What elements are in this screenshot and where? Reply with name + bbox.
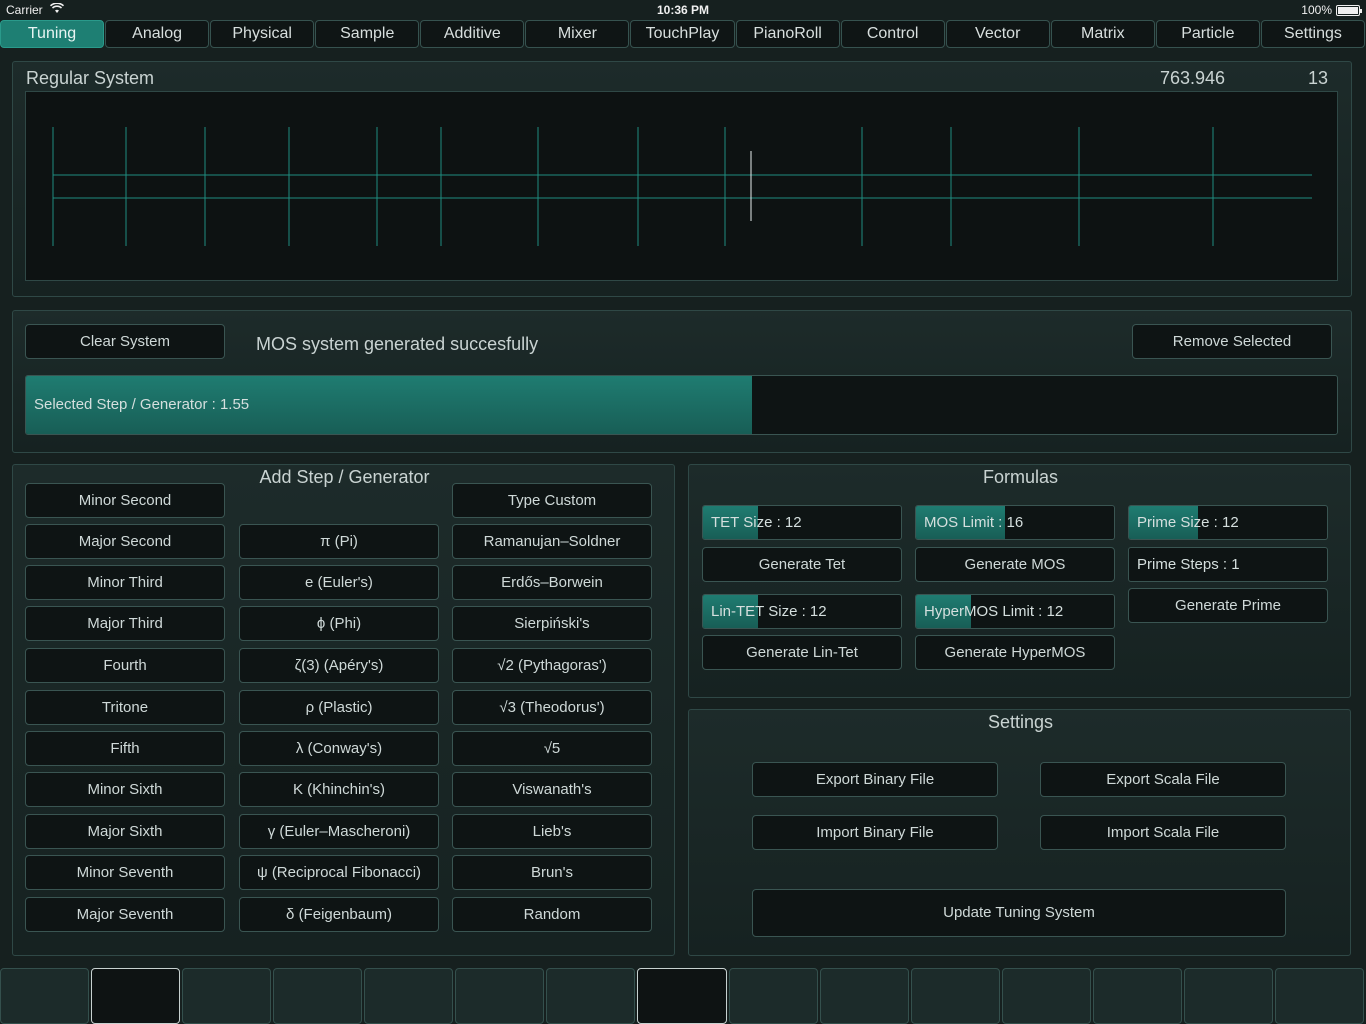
tab-physical[interactable]: Physical (210, 20, 315, 48)
keyboard-key[interactable] (91, 968, 181, 1024)
constant-button[interactable]: δ (Feigenbaum) (239, 897, 439, 932)
generate-lin-tet-button[interactable]: Generate Lin-Tet (702, 635, 902, 670)
regular-system-title: Regular System (26, 68, 155, 88)
keyboard-key[interactable] (1092, 968, 1182, 1024)
tab-touchplay[interactable]: TouchPlay (630, 20, 735, 48)
constant-button[interactable]: e (Euler's) (239, 565, 439, 600)
lin-tet-size-label: Lin-TET Size : 12 (711, 603, 827, 620)
tab-bar: Tuning Analog Physical Sample Additive Mixer T… (0, 20, 1366, 48)
prime-size-slider[interactable]: Prime Size : 12 (1128, 505, 1328, 540)
status-bar: Carrier 10:36 PM 100% (0, 0, 1366, 20)
keyboard-key[interactable] (546, 968, 636, 1024)
constant-button[interactable]: √5 (452, 731, 652, 766)
constant-button[interactable]: √2 (Pythagoras') (452, 648, 652, 683)
interval-button[interactable]: Major Sixth (25, 814, 225, 849)
tuning-graph[interactable] (25, 91, 1338, 281)
tet-size-label: TET Size : 12 (711, 514, 802, 531)
prime-steps-slider[interactable]: Prime Steps : 1 (1128, 547, 1328, 582)
tab-tuning[interactable]: Tuning (0, 20, 105, 48)
interval-button[interactable]: Major Third (25, 606, 225, 641)
constant-button[interactable]: Random (452, 897, 652, 932)
constant-button[interactable]: Viswanath's (452, 772, 652, 807)
hypermos-limit-slider[interactable]: HyperMOS Limit : 12 (915, 594, 1115, 629)
generate-tet-button[interactable]: Generate Tet (702, 547, 902, 582)
interval-button[interactable]: Minor Sixth (25, 772, 225, 807)
battery-icon (1336, 5, 1362, 16)
generate-hypermos-button[interactable]: Generate HyperMOS (915, 635, 1115, 670)
constant-button[interactable]: π (Pi) (239, 524, 439, 559)
keyboard-key[interactable] (728, 968, 818, 1024)
prime-size-label: Prime Size : 12 (1137, 514, 1239, 531)
mos-limit-label: MOS Limit : 16 (924, 514, 1024, 531)
update-tuning-button[interactable]: Update Tuning System (752, 889, 1286, 937)
constant-button[interactable]: Type Custom (452, 483, 652, 518)
constant-button[interactable]: ζ(3) (Apéry's) (239, 648, 439, 683)
constant-button[interactable]: Sierpiński's (452, 606, 652, 641)
tab-matrix[interactable]: Matrix (1050, 20, 1155, 48)
constant-button[interactable]: ρ (Plastic) (239, 690, 439, 725)
selected-step-label: Selected Step / Generator : 1.55 (34, 396, 250, 413)
keyboard-key[interactable] (0, 968, 90, 1024)
keyboard-key[interactable] (1001, 968, 1091, 1024)
lin-tet-size-slider[interactable]: Lin-TET Size : 12 (702, 594, 902, 629)
export-binary-button[interactable]: Export Binary File (752, 762, 998, 797)
tet-size-slider[interactable]: TET Size : 12 (702, 505, 902, 540)
tuning-graph-svg (52, 127, 1312, 246)
constant-button[interactable]: λ (Conway's) (239, 731, 439, 766)
selected-step-slider[interactable]: Selected Step / Generator : 1.55 (25, 375, 1338, 435)
keyboard-key[interactable] (819, 968, 909, 1024)
tab-sample[interactable]: Sample (315, 20, 420, 48)
clock: 10:36 PM (656, 3, 710, 17)
remove-selected-button[interactable]: Remove Selected (1132, 324, 1332, 359)
constant-button[interactable]: Κ (Khinchin's) (239, 772, 439, 807)
tab-additive[interactable]: Additive (420, 20, 525, 48)
tab-control[interactable]: Control (840, 20, 945, 48)
interval-button[interactable]: Fourth (25, 648, 225, 683)
battery-percent: 100% (1301, 3, 1332, 17)
keyboard-key[interactable] (273, 968, 363, 1024)
keyboard-key[interactable] (364, 968, 454, 1024)
keyboard-key[interactable] (455, 968, 545, 1024)
tab-particle[interactable]: Particle (1155, 20, 1260, 48)
constant-button[interactable]: Erdős–Borwein (452, 565, 652, 600)
tab-mixer[interactable]: Mixer (525, 20, 630, 48)
settings-title: Settings (987, 712, 1054, 732)
keyboard-key[interactable] (182, 968, 272, 1024)
interval-button[interactable]: Minor Third (25, 565, 225, 600)
export-scala-button[interactable]: Export Scala File (1040, 762, 1286, 797)
constant-button[interactable]: √3 (Theodorus') (452, 690, 652, 725)
generate-prime-button[interactable]: Generate Prime (1128, 588, 1328, 623)
constant-button[interactable]: ϕ (Phi) (239, 606, 439, 641)
import-scala-button[interactable]: Import Scala File (1040, 815, 1286, 850)
generate-mos-button[interactable]: Generate MOS (915, 547, 1115, 582)
keyboard-key[interactable] (1274, 968, 1364, 1024)
import-binary-button[interactable]: Import Binary File (752, 815, 998, 850)
keyboard-key[interactable] (910, 968, 1000, 1024)
tab-settings[interactable]: Settings (1260, 20, 1365, 48)
interval-button[interactable]: Minor Second (25, 483, 225, 518)
tab-vector[interactable]: Vector (945, 20, 1050, 48)
keyboard-key[interactable] (1183, 968, 1273, 1024)
clear-system-button[interactable]: Clear System (25, 324, 225, 359)
regular-system-count: 13 (1308, 68, 1329, 88)
interval-button[interactable]: Fifth (25, 731, 225, 766)
keyboard-key[interactable] (637, 968, 727, 1024)
status-message: MOS system generated succesfully (256, 334, 539, 354)
regular-system-value: 763.946 (1160, 68, 1226, 88)
constant-button[interactable]: Brun's (452, 855, 652, 890)
interval-button[interactable]: Major Second (25, 524, 225, 559)
constant-button[interactable]: ψ (Reciprocal Fibonacci) (239, 855, 439, 890)
interval-button[interactable]: Major Seventh (25, 897, 225, 932)
hypermos-limit-label: HyperMOS Limit : 12 (924, 603, 1064, 620)
tab-analog[interactable]: Analog (105, 20, 210, 48)
mos-limit-slider[interactable]: MOS Limit : 16 (915, 505, 1115, 540)
interval-button[interactable]: Tritone (25, 690, 225, 725)
constant-button[interactable]: Lieb's (452, 814, 652, 849)
interval-button[interactable]: Minor Seventh (25, 855, 225, 890)
constant-button[interactable]: Ramanujan–Soldner (452, 524, 652, 559)
constant-button[interactable]: γ (Euler–Mascheroni) (239, 814, 439, 849)
prime-steps-label: Prime Steps : 1 (1137, 556, 1240, 573)
formulas-title: Formulas (982, 467, 1058, 487)
tab-pianoroll[interactable]: PianoRoll (735, 20, 840, 48)
